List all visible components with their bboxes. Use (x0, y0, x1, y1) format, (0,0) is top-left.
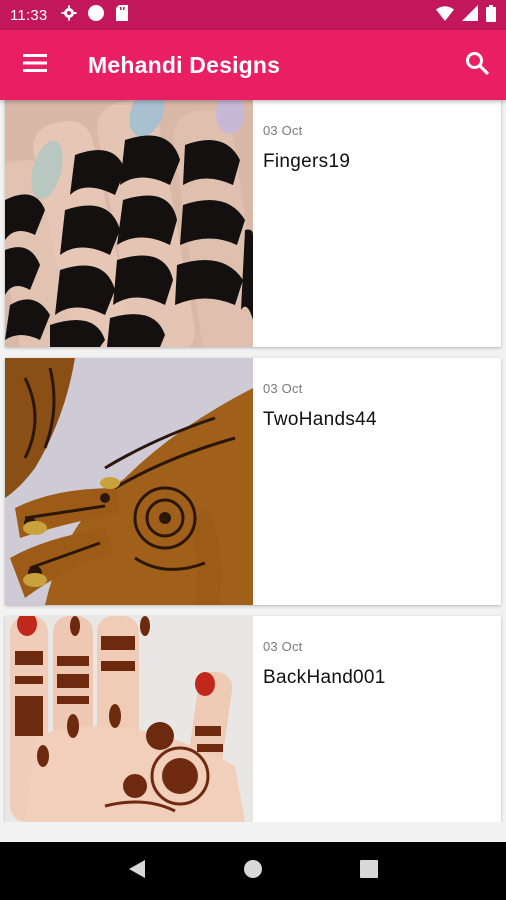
menu-button[interactable] (0, 30, 70, 100)
design-title: BackHand001 (263, 667, 386, 688)
status-time: 11:33 (10, 6, 48, 24)
battery-icon (486, 4, 496, 26)
design-date: 03 Oct (263, 123, 303, 138)
system-nav-bar (0, 842, 506, 900)
signal-icon (462, 5, 478, 25)
wifi-icon (436, 5, 454, 25)
design-thumbnail[interactable] (5, 100, 253, 347)
app-bar: Mehandi Designs (0, 30, 506, 100)
design-date: 03 Oct (263, 639, 303, 654)
design-list[interactable]: 03 Oct Fingers19 03 Oct TwoHands44 03 Oc… (0, 100, 506, 822)
status-icons-left (61, 4, 129, 26)
list-bottom-gap (0, 822, 506, 842)
design-meta: 03 Oct TwoHands44 (253, 358, 377, 605)
search-icon (465, 51, 489, 80)
status-icons-right (436, 4, 496, 26)
app-title: Mehandi Designs (88, 51, 281, 78)
design-card[interactable]: 03 Oct BackHand001 (5, 616, 501, 822)
design-meta: 03 Oct BackHand001 (253, 616, 386, 822)
design-card[interactable]: 03 Oct TwoHands44 (5, 358, 501, 605)
settings-icon (61, 5, 77, 25)
circle-icon (87, 4, 105, 26)
status-bar: 11:33 (0, 0, 506, 30)
home-icon[interactable] (243, 859, 263, 884)
design-date: 03 Oct (263, 381, 303, 396)
design-thumbnail[interactable] (5, 358, 253, 605)
design-thumbnail[interactable] (5, 616, 253, 822)
design-meta: 03 Oct Fingers19 (253, 100, 350, 347)
recents-icon[interactable] (359, 859, 378, 883)
menu-icon (23, 53, 47, 77)
sd-card-icon (115, 5, 129, 25)
design-card[interactable]: 03 Oct Fingers19 (5, 100, 501, 347)
design-title: TwoHands44 (263, 409, 377, 430)
back-icon[interactable] (128, 859, 146, 884)
design-title: Fingers19 (263, 151, 351, 172)
search-button[interactable] (448, 30, 506, 100)
